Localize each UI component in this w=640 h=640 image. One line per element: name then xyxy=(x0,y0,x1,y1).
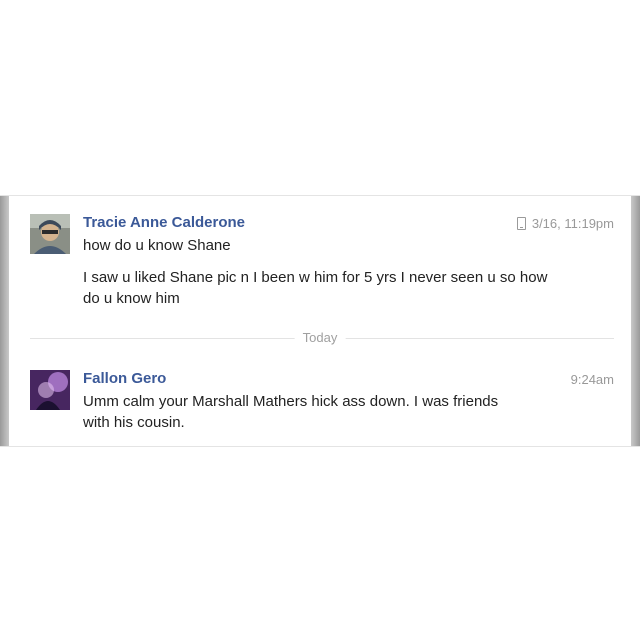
timestamp-text: 3/16, 11:19pm xyxy=(531,216,614,231)
avatar[interactable] xyxy=(30,370,70,410)
avatar-image xyxy=(30,370,70,410)
thread-right-edge xyxy=(631,196,640,446)
sender-name[interactable]: Fallon Gero xyxy=(83,370,166,387)
avatar[interactable] xyxy=(30,214,70,254)
date-divider-label: Today xyxy=(294,330,346,345)
message-text: Umm calm your Marshall Mathers hick ass … xyxy=(83,393,499,431)
message-timestamp: 3/16, 11:19pm xyxy=(516,216,614,231)
timestamp-text: 9:24am xyxy=(570,372,614,387)
sender-name[interactable]: Tracie Anne Calderone xyxy=(83,214,245,231)
avatar-image xyxy=(30,214,70,254)
message-thread: Tracie Anne Calderone 3/16, 11:19pm how … xyxy=(0,195,640,447)
message-timestamp: 9:24am xyxy=(571,372,614,387)
thread-left-edge xyxy=(0,196,9,446)
message-text: how do u know Shane xyxy=(83,237,231,254)
message-text: I saw u liked Shane pic n I been w him f… xyxy=(83,269,548,307)
mobile-phone-icon xyxy=(516,217,526,230)
